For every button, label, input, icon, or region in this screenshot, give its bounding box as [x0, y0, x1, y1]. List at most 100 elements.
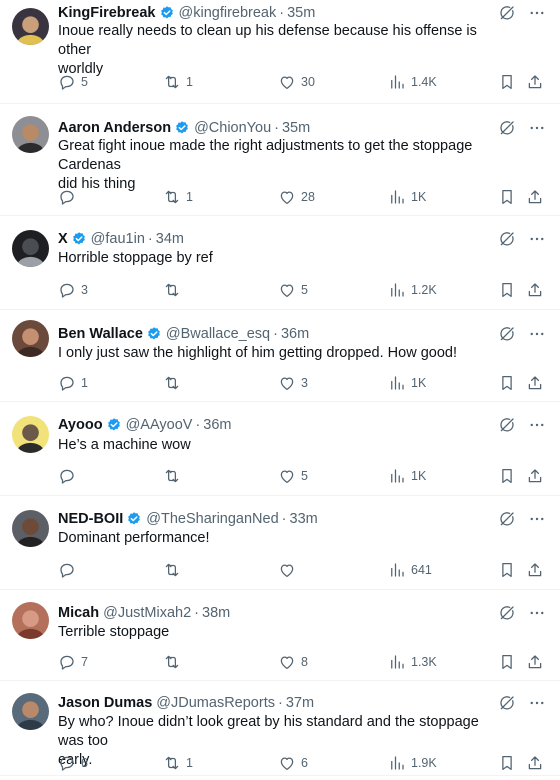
display-name[interactable]: X: [58, 231, 68, 247]
timestamp[interactable]: 36m: [281, 326, 309, 342]
avatar[interactable]: [12, 320, 49, 357]
share-button[interactable]: [526, 72, 544, 92]
like-button[interactable]: 28: [278, 187, 315, 207]
tweet[interactable]: X @fau1in · 34m Horrible stoppage by ref 3 5 1.…: [0, 216, 560, 310]
like-button[interactable]: 30: [278, 72, 315, 92]
views-button[interactable]: 1.3K: [388, 652, 437, 672]
retweet-button[interactable]: 1: [163, 187, 193, 207]
like-button[interactable]: 3: [278, 373, 308, 393]
reply-button[interactable]: 5: [58, 72, 88, 92]
timestamp[interactable]: 34m: [156, 231, 184, 247]
reply-button[interactable]: [58, 187, 81, 207]
grok-icon[interactable]: [498, 510, 516, 528]
grok-icon[interactable]: [498, 416, 516, 434]
display-name[interactable]: Aaron Anderson: [58, 120, 171, 136]
reply-button[interactable]: 1: [58, 373, 88, 393]
avatar[interactable]: [12, 693, 49, 730]
avatar[interactable]: [12, 230, 49, 267]
retweet-button[interactable]: 1: [163, 753, 193, 773]
timestamp[interactable]: 35m: [282, 120, 310, 136]
timestamp[interactable]: 36m: [203, 417, 231, 433]
like-button[interactable]: 6: [278, 753, 308, 773]
reply-button[interactable]: [58, 466, 81, 486]
bookmark-button[interactable]: [498, 187, 516, 207]
bookmark-button[interactable]: [498, 652, 516, 672]
more-icon[interactable]: [528, 4, 546, 22]
bookmark-button[interactable]: [498, 560, 516, 580]
bookmark-button[interactable]: [498, 373, 516, 393]
more-icon[interactable]: [528, 604, 546, 622]
share-button[interactable]: [526, 560, 544, 580]
reply-button[interactable]: 6: [58, 753, 88, 773]
display-name[interactable]: Ben Wallace: [58, 326, 143, 342]
retweet-button[interactable]: [163, 560, 186, 580]
retweet-button[interactable]: [163, 373, 186, 393]
display-name[interactable]: Jason Dumas: [58, 695, 152, 711]
like-button[interactable]: 8: [278, 652, 308, 672]
user-handle[interactable]: @Bwallace_esq: [166, 326, 270, 342]
views-button[interactable]: 1K: [388, 466, 426, 486]
grok-icon[interactable]: [498, 325, 516, 343]
avatar[interactable]: [12, 602, 49, 639]
bookmark-button[interactable]: [498, 466, 516, 486]
more-icon[interactable]: [528, 119, 546, 137]
reply-button[interactable]: [58, 560, 81, 580]
grok-icon[interactable]: [498, 119, 516, 137]
avatar[interactable]: [12, 416, 49, 453]
display-name[interactable]: NED-BOII: [58, 511, 123, 527]
avatar[interactable]: [12, 8, 49, 45]
bookmark-button[interactable]: [498, 280, 516, 300]
share-button[interactable]: [526, 652, 544, 672]
display-name[interactable]: Micah: [58, 605, 99, 621]
views-button[interactable]: 1.4K: [388, 72, 437, 92]
avatar[interactable]: [12, 510, 49, 547]
bookmark-button[interactable]: [498, 753, 516, 773]
tweet[interactable]: NED-BOII @TheSharinganNed · 33m Dominant per…: [0, 496, 560, 590]
like-button[interactable]: 5: [278, 280, 308, 300]
share-button[interactable]: [526, 753, 544, 773]
tweet[interactable]: Ayooo @AAyooV · 36m He’s a machine wow 5 1K: [0, 402, 560, 496]
retweet-button[interactable]: [163, 652, 186, 672]
bookmark-button[interactable]: [498, 72, 516, 92]
tweet[interactable]: Micah @JustMixah2 · 38m Terrible stoppage 7 8 1…: [0, 590, 560, 681]
share-button[interactable]: [526, 373, 544, 393]
user-handle[interactable]: @JDumasReports: [156, 695, 275, 711]
grok-icon[interactable]: [498, 4, 516, 22]
user-handle[interactable]: @ChionYou: [194, 120, 271, 136]
views-button[interactable]: 1K: [388, 187, 426, 207]
more-icon[interactable]: [528, 694, 546, 712]
share-button[interactable]: [526, 187, 544, 207]
like-button[interactable]: 5: [278, 466, 308, 486]
more-icon[interactable]: [528, 416, 546, 434]
retweet-button[interactable]: [163, 466, 186, 486]
more-icon[interactable]: [528, 230, 546, 248]
more-icon[interactable]: [528, 325, 546, 343]
share-button[interactable]: [526, 466, 544, 486]
avatar[interactable]: [12, 116, 49, 153]
tweet[interactable]: Ben Wallace @Bwallace_esq · 36m I only just …: [0, 310, 560, 402]
like-button[interactable]: [278, 560, 301, 580]
more-icon[interactable]: [528, 510, 546, 528]
timestamp[interactable]: 37m: [286, 695, 314, 711]
timestamp[interactable]: 35m: [287, 5, 315, 21]
user-handle[interactable]: @AAyooV: [126, 417, 193, 433]
display-name[interactable]: KingFirebreak: [58, 5, 156, 21]
user-handle[interactable]: @TheSharinganNed: [146, 511, 278, 527]
views-button[interactable]: 1K: [388, 373, 426, 393]
timestamp[interactable]: 33m: [290, 511, 318, 527]
user-handle[interactable]: @JustMixah2: [103, 605, 191, 621]
views-button[interactable]: 1.2K: [388, 280, 437, 300]
tweet[interactable]: Jason Dumas @JDumasReports · 37m By who? Ino…: [0, 681, 560, 776]
user-handle[interactable]: @kingfirebreak: [179, 5, 277, 21]
tweet[interactable]: Aaron Anderson @ChionYou · 35m Great fight i…: [0, 104, 560, 216]
grok-icon[interactable]: [498, 694, 516, 712]
grok-icon[interactable]: [498, 604, 516, 622]
views-button[interactable]: 641: [388, 560, 432, 580]
share-button[interactable]: [526, 280, 544, 300]
views-button[interactable]: 1.9K: [388, 753, 437, 773]
retweet-button[interactable]: 1: [163, 72, 193, 92]
user-handle[interactable]: @fau1in: [91, 231, 145, 247]
reply-button[interactable]: 3: [58, 280, 88, 300]
reply-button[interactable]: 7: [58, 652, 88, 672]
tweet[interactable]: KingFirebreak @kingfirebreak · 35m Inoue rea…: [0, 0, 560, 104]
